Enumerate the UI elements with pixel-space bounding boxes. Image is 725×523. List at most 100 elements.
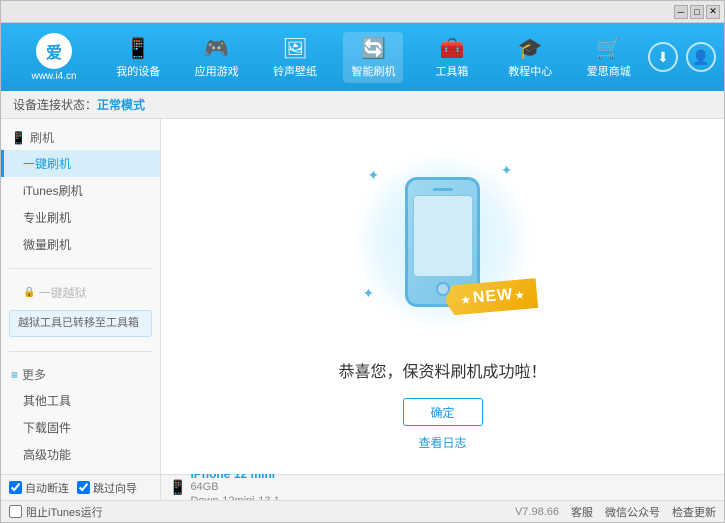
logo-area: 爱 www.i4.cn [9, 33, 99, 82]
check-update-link[interactable]: 检查更新 [672, 504, 716, 520]
sidebar-item-download-fw[interactable]: 下载固件 [1, 414, 160, 441]
skip-wizard-label: 跳过向导 [93, 480, 137, 496]
content-area: ✦ ✦ ✦ ★NEW★ 恭喜您，保资料刷机成功啦！ 确定 [161, 119, 724, 474]
log-link[interactable]: 查看日志 [418, 434, 466, 451]
auto-close-checkbox-label[interactable]: 自动断连 [9, 480, 69, 496]
nav-apps-games[interactable]: 🎮 应用游戏 [187, 32, 247, 83]
new-star-right: ★ [515, 290, 526, 302]
sidebar-divider-1 [9, 268, 152, 269]
jailbreak-note-text: 越狱工具已转移至工具箱 [18, 317, 139, 329]
auto-close-label: 自动断连 [25, 480, 69, 496]
close-button[interactable]: ✕ [706, 5, 720, 19]
new-star-left: ★ [461, 295, 472, 307]
sidebar-section-more: ≡ 更多 其他工具 下载固件 高级功能 [1, 356, 160, 474]
skip-wizard-checkbox-label[interactable]: 跳过向导 [77, 480, 137, 496]
store-label: 爱思商城 [587, 63, 631, 79]
sidebar-section-header-more: ≡ 更多 [1, 362, 160, 387]
customer-service-link[interactable]: 客服 [571, 504, 593, 520]
title-bar: ─ □ ✕ [1, 1, 724, 23]
maximize-button[interactable]: □ [690, 5, 704, 19]
device-storage: 64GB [190, 481, 279, 494]
one-click-flash-label: 一键刷机 [23, 157, 71, 171]
logo-icon: 爱 [36, 33, 72, 69]
sidebar-item-microscreen-flash[interactable]: 微量刷机 [1, 231, 160, 258]
wechat-public-link[interactable]: 微信公众号 [605, 504, 660, 520]
sidebar-section-jailbreak: 🔒 一键越狱 越狱工具已转移至工具箱 [1, 273, 160, 347]
sidebar-item-one-click-flash[interactable]: 一键刷机 [1, 150, 160, 177]
header: 爱 www.i4.cn 📱 我的设备 🎮 应用游戏 🖼 铃声壁纸 🔄 智能刷机 … [1, 23, 724, 91]
my-device-label: 我的设备 [116, 63, 160, 79]
window-controls: ─ □ ✕ [674, 5, 720, 19]
phone-home-button [436, 282, 450, 296]
itunes-flash-label: iTunes刷机 [23, 184, 83, 198]
sidebar-item-pro-flash[interactable]: 专业刷机 [1, 204, 160, 231]
nav-smart-flash[interactable]: 🔄 智能刷机 [343, 32, 403, 83]
apps-games-icon: 🎮 [204, 36, 229, 61]
more-section-label: 更多 [22, 366, 46, 383]
sidebar-section-flash: 📱 刷机 一键刷机 iTunes刷机 专业刷机 微量刷机 [1, 119, 160, 264]
nav-store[interactable]: 🛒 爱思商城 [579, 32, 639, 83]
sidebar-divider-2 [9, 351, 152, 352]
nav-wallpaper[interactable]: 🖼 铃声壁纸 [265, 32, 325, 83]
sidebar-section-header-flash: 📱 刷机 [1, 125, 160, 150]
nav-bar: 📱 我的设备 🎮 应用游戏 🖼 铃声壁纸 🔄 智能刷机 🧰 工具箱 🎓 [99, 32, 648, 83]
minimize-button[interactable]: ─ [674, 5, 688, 19]
nav-tools[interactable]: 🧰 工具箱 [422, 32, 482, 83]
download-button[interactable]: ⬇ [648, 42, 678, 72]
auto-close-checkbox[interactable] [9, 481, 22, 494]
download-fw-label: 下载固件 [23, 421, 71, 435]
tutorial-label: 教程中心 [508, 63, 552, 79]
flash-section-icon: 📱 [11, 131, 26, 145]
sparkle-1: ✦ [368, 167, 380, 184]
congrats-text: 恭喜您，保资料刷机成功啦！ [338, 358, 546, 382]
app-window: ─ □ ✕ 爱 www.i4.cn 📱 我的设备 🎮 应用游戏 🖼 铃声壁纸 [0, 0, 725, 523]
jailbreak-section-label: 一键越狱 [38, 284, 86, 301]
nav-my-device[interactable]: 📱 我的设备 [108, 32, 168, 83]
checkbox-section: 自动断连 跳过向导 [1, 475, 161, 500]
status-bar: 设备连接状态： 正常模式 [1, 91, 724, 119]
status-value: 正常模式 [97, 96, 145, 113]
wallpaper-icon: 🖼 [282, 36, 307, 61]
apps-games-label: 应用游戏 [195, 63, 239, 79]
status-prefix: 设备连接状态： [13, 96, 97, 113]
bottom-checkbox-device-row: 自动断连 跳过向导 📱 iPhone 12 mini 64GB Down-12m… [1, 474, 724, 500]
main-area: 设备连接状态： 正常模式 📱 刷机 一键刷机 iTunes刷机 [1, 91, 724, 522]
sparkle-2: ✦ [501, 162, 513, 179]
footer-bar: 阻止iTunes运行 V7.98.66 客服 微信公众号 检查更新 [1, 500, 724, 522]
phone-illustration: ✦ ✦ ✦ ★NEW★ [343, 142, 543, 342]
smart-flash-icon: 🔄 [361, 36, 386, 61]
device-phone-icon: 📱 [169, 479, 186, 496]
microscreen-flash-label: 微量刷机 [23, 238, 71, 252]
version-text: V7.98.66 [515, 506, 559, 518]
advanced-label: 高级功能 [23, 448, 71, 462]
header-right-buttons: ⬇ 👤 [648, 42, 716, 72]
nav-tutorial[interactable]: 🎓 教程中心 [500, 32, 560, 83]
jailbreak-note: 越狱工具已转移至工具箱 [9, 310, 152, 337]
tutorial-icon: 🎓 [518, 36, 543, 61]
stop-itunes-label[interactable]: 阻止iTunes运行 [26, 504, 103, 520]
my-device-icon: 📱 [126, 36, 151, 61]
user-button[interactable]: 👤 [686, 42, 716, 72]
logo-url: www.i4.cn [31, 71, 76, 82]
tools-label: 工具箱 [435, 63, 468, 79]
content-row: 📱 刷机 一键刷机 iTunes刷机 专业刷机 微量刷机 [1, 119, 724, 474]
footer-left: 阻止iTunes运行 [9, 504, 103, 520]
sidebar-item-advanced[interactable]: 高级功能 [1, 441, 160, 468]
sidebar-item-itunes-flash[interactable]: iTunes刷机 [1, 177, 160, 204]
lock-icon: 🔒 [23, 287, 35, 298]
sparkle-3: ✦ [363, 285, 375, 302]
wallpaper-label: 铃声壁纸 [273, 63, 317, 79]
stop-itunes-checkbox[interactable] [9, 505, 22, 518]
other-tools-label: 其他工具 [23, 394, 71, 408]
sidebar-item-other-tools[interactable]: 其他工具 [1, 387, 160, 414]
store-icon: 🛒 [596, 36, 621, 61]
flash-section-label: 刷机 [30, 129, 54, 146]
smart-flash-label: 智能刷机 [351, 63, 395, 79]
sidebar-section-header-jailbreak: 🔒 一键越狱 [1, 279, 160, 306]
skip-wizard-checkbox[interactable] [77, 481, 90, 494]
confirm-button[interactable]: 确定 [403, 398, 483, 426]
tools-icon: 🧰 [439, 36, 464, 61]
phone-screen [413, 195, 473, 277]
pro-flash-label: 专业刷机 [23, 211, 71, 225]
phone-speaker [433, 188, 453, 191]
